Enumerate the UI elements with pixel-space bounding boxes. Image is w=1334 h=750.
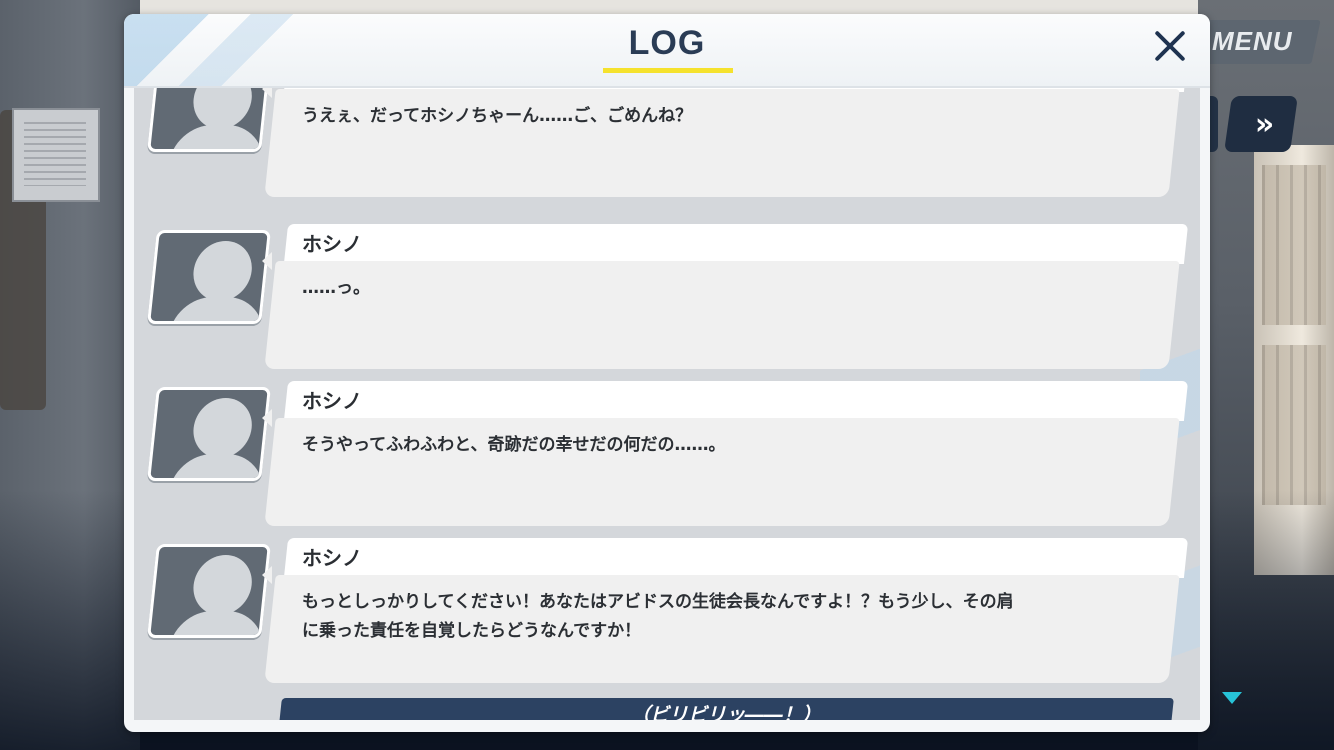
log-list[interactable]: うえぇ、だってホシノちゃーん……ご、ごめんね？ ホシノ ……っ。 ホシノ そうや… xyxy=(134,88,1200,720)
dialogue-text: ……っ。 xyxy=(302,278,370,298)
speaker-name-bar xyxy=(283,381,1189,421)
dialogue-text: もっとしっかりしてください！あなたはアビドスの生徒会長なんですよ！？もう少し、そ… xyxy=(302,592,1014,641)
speaker-name-bar xyxy=(283,224,1189,264)
close-icon xyxy=(1146,22,1194,70)
bubble-tail xyxy=(262,566,272,584)
log-title: LOG xyxy=(628,24,706,62)
title-underline xyxy=(603,68,733,73)
avatar xyxy=(147,387,271,481)
avatar-silhouette-icon xyxy=(190,241,255,301)
log-entry: ホシノ ……っ。 xyxy=(134,224,1200,374)
log-entry: ホシノ もっとしっかりしてください！あなたはアビドスの生徒会長なんですよ！？もう… xyxy=(134,538,1200,688)
speaker-name: ホシノ xyxy=(302,389,362,413)
avatar xyxy=(147,88,271,152)
avatar-silhouette-icon xyxy=(190,398,255,458)
dialogue-text: そうやってふわふわと、奇跡だの幸せだの何だの……。 xyxy=(302,435,726,455)
background-ceiling xyxy=(140,0,1334,14)
avatar-silhouette-icon xyxy=(190,88,255,129)
fast-forward-icon: » xyxy=(1255,106,1267,142)
speaker-name: ホシノ xyxy=(302,232,362,256)
log-header: LOG xyxy=(124,14,1210,88)
close-button[interactable] xyxy=(1146,22,1194,70)
dialogue-text: うえぇ、だってホシノちゃーん……ご、ごめんね？ xyxy=(302,106,693,126)
bubble-tail xyxy=(262,252,272,270)
scroll-down-arrow-icon[interactable] xyxy=(1222,692,1242,704)
bubble-tail xyxy=(262,409,272,427)
speaker-name: ホシノ xyxy=(302,546,362,570)
log-entry: ホシノ そうやってふわふわと、奇跡だの幸せだの何だの……。 xyxy=(134,381,1200,531)
background-notice-board xyxy=(12,108,100,202)
speaker-name-bar xyxy=(283,538,1189,578)
sfx-entry-text: （ビリビリッ――！） xyxy=(630,704,821,720)
bubble-tail xyxy=(262,88,272,98)
log-panel: LOG うえぇ、だってホシノちゃーん……ご、ごめんね？ ホシノ ……っ。 ホシノ… xyxy=(124,14,1210,732)
avatar-silhouette-icon xyxy=(190,555,255,615)
avatar xyxy=(147,230,271,324)
menu-button-label[interactable]: MENU xyxy=(1212,26,1293,57)
avatar xyxy=(147,544,271,638)
skip-button[interactable]: » xyxy=(1224,96,1298,152)
log-entry: うえぇ、だってホシノちゃーん……ご、ごめんね？ xyxy=(134,88,1200,202)
